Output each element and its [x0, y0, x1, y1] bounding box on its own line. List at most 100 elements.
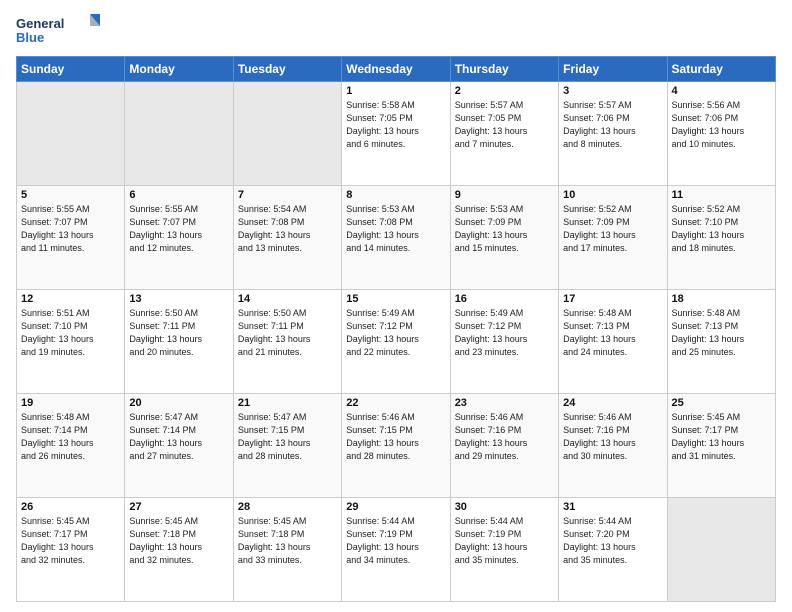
calendar-table: SundayMondayTuesdayWednesdayThursdayFrid… [16, 56, 776, 602]
calendar-cell: 7 Sunrise: 5:54 AM Sunset: 7:08 PM Daylig… [233, 186, 341, 290]
day-number: 15 [346, 293, 445, 305]
day-info: Sunrise: 5:45 AM Sunset: 7:17 PM Dayligh… [672, 411, 771, 463]
calendar-cell: 21Sunrise: 5:47 AM Sunset: 7:15 PM Dayli… [233, 394, 341, 498]
generalblue-logo: General Blue [16, 12, 106, 48]
calendar-cell: 9 Sunrise: 5:53 AM Sunset: 7:09 PM Daylig… [450, 186, 558, 290]
day-info: Sunrise: 5:52 AM Sunset: 7:09 PM Dayligh… [563, 203, 662, 255]
day-info: Sunrise: 5:48 AM Sunset: 7:13 PM Dayligh… [672, 307, 771, 359]
day-info: Sunrise: 5:55 AM Sunset: 7:07 PM Dayligh… [21, 203, 120, 255]
calendar-cell: 10Sunrise: 5:52 AM Sunset: 7:09 PM Dayli… [559, 186, 667, 290]
calendar-week-4: 19 Sunrise: 5:48 AM Sunset: 7:14 PM Dayli… [17, 394, 776, 498]
day-info: Sunrise: 5:51 AM Sunset: 7:10 PM Dayligh… [21, 307, 120, 359]
day-number: 18 [672, 293, 771, 305]
day-number: 17 [563, 293, 662, 305]
day-info: Sunrise: 5:48 AM Sunset: 7:14 PM Dayligh… [21, 411, 120, 463]
day-number: 14 [238, 293, 337, 305]
day-number: 2 [455, 85, 554, 97]
day-info: Sunrise: 5:47 AM Sunset: 7:14 PM Dayligh… [129, 411, 228, 463]
day-number: 23 [455, 397, 554, 409]
day-number: 12 [21, 293, 120, 305]
day-number: 27 [129, 501, 228, 513]
calendar-cell: 16 Sunrise: 5:49 AM Sunset: 7:12 PM Dayli… [450, 290, 558, 394]
day-info: Sunrise: 5:54 AM Sunset: 7:08 PM Dayligh… [238, 203, 337, 255]
day-info: Sunrise: 5:44 AM Sunset: 7:19 PM Dayligh… [455, 515, 554, 567]
calendar-cell [125, 82, 233, 186]
calendar-cell: 8Sunrise: 5:53 AM Sunset: 7:08 PM Daylig… [342, 186, 450, 290]
day-info: Sunrise: 5:49 AM Sunset: 7:12 PM Dayligh… [455, 307, 554, 359]
day-info: Sunrise: 5:50 AM Sunset: 7:11 PM Dayligh… [238, 307, 337, 359]
calendar-cell: 1Sunrise: 5:58 AM Sunset: 7:05 PM Daylig… [342, 82, 450, 186]
calendar-cell: 20 Sunrise: 5:47 AM Sunset: 7:14 PM Dayli… [125, 394, 233, 498]
day-info: Sunrise: 5:46 AM Sunset: 7:16 PM Dayligh… [455, 411, 554, 463]
day-info: Sunrise: 5:45 AM Sunset: 7:18 PM Dayligh… [238, 515, 337, 567]
day-number: 5 [21, 189, 120, 201]
day-info: Sunrise: 5:58 AM Sunset: 7:05 PM Dayligh… [346, 99, 445, 151]
calendar-header-saturday: Saturday [667, 57, 775, 82]
calendar-header-monday: Monday [125, 57, 233, 82]
calendar-cell: 24 Sunrise: 5:46 AM Sunset: 7:16 PM Dayli… [559, 394, 667, 498]
day-info: Sunrise: 5:45 AM Sunset: 7:18 PM Dayligh… [129, 515, 228, 567]
calendar-cell: 26 Sunrise: 5:45 AM Sunset: 7:17 PM Dayli… [17, 498, 125, 602]
day-number: 20 [129, 397, 228, 409]
day-number: 26 [21, 501, 120, 513]
day-number: 22 [346, 397, 445, 409]
calendar-cell [17, 82, 125, 186]
day-info: Sunrise: 5:56 AM Sunset: 7:06 PM Dayligh… [672, 99, 771, 151]
calendar-cell: 11Sunrise: 5:52 AM Sunset: 7:10 PM Dayli… [667, 186, 775, 290]
calendar-header-tuesday: Tuesday [233, 57, 341, 82]
calendar-week-5: 26 Sunrise: 5:45 AM Sunset: 7:17 PM Dayli… [17, 498, 776, 602]
calendar-cell: 5 Sunrise: 5:55 AM Sunset: 7:07 PM Daylig… [17, 186, 125, 290]
day-info: Sunrise: 5:53 AM Sunset: 7:09 PM Dayligh… [455, 203, 554, 255]
day-number: 30 [455, 501, 554, 513]
calendar-cell: 4 Sunrise: 5:56 AM Sunset: 7:06 PM Daylig… [667, 82, 775, 186]
day-number: 29 [346, 501, 445, 513]
day-number: 3 [563, 85, 662, 97]
day-info: Sunrise: 5:46 AM Sunset: 7:16 PM Dayligh… [563, 411, 662, 463]
calendar-week-3: 12 Sunrise: 5:51 AM Sunset: 7:10 PM Dayli… [17, 290, 776, 394]
calendar-cell: 30 Sunrise: 5:44 AM Sunset: 7:19 PM Dayli… [450, 498, 558, 602]
calendar-cell: 13 Sunrise: 5:50 AM Sunset: 7:11 PM Dayli… [125, 290, 233, 394]
day-info: Sunrise: 5:44 AM Sunset: 7:19 PM Dayligh… [346, 515, 445, 567]
day-number: 13 [129, 293, 228, 305]
day-info: Sunrise: 5:53 AM Sunset: 7:08 PM Dayligh… [346, 203, 445, 255]
svg-text:Blue: Blue [16, 30, 44, 45]
calendar-cell [233, 82, 341, 186]
calendar-cell: 27 Sunrise: 5:45 AM Sunset: 7:18 PM Dayli… [125, 498, 233, 602]
day-number: 19 [21, 397, 120, 409]
page: General Blue SundayMondayTuesdayWednesda… [0, 0, 792, 612]
calendar-cell [667, 498, 775, 602]
day-number: 6 [129, 189, 228, 201]
calendar-cell: 25 Sunrise: 5:45 AM Sunset: 7:17 PM Dayli… [667, 394, 775, 498]
day-info: Sunrise: 5:45 AM Sunset: 7:17 PM Dayligh… [21, 515, 120, 567]
calendar-cell: 3Sunrise: 5:57 AM Sunset: 7:06 PM Daylig… [559, 82, 667, 186]
day-number: 31 [563, 501, 662, 513]
calendar-cell: 12 Sunrise: 5:51 AM Sunset: 7:10 PM Dayli… [17, 290, 125, 394]
day-number: 24 [563, 397, 662, 409]
calendar-cell: 17Sunrise: 5:48 AM Sunset: 7:13 PM Dayli… [559, 290, 667, 394]
day-number: 11 [672, 189, 771, 201]
calendar-cell: 14 Sunrise: 5:50 AM Sunset: 7:11 PM Dayli… [233, 290, 341, 394]
day-number: 4 [672, 85, 771, 97]
day-number: 9 [455, 189, 554, 201]
calendar-header-sunday: Sunday [17, 57, 125, 82]
calendar-cell: 15Sunrise: 5:49 AM Sunset: 7:12 PM Dayli… [342, 290, 450, 394]
calendar-cell: 18 Sunrise: 5:48 AM Sunset: 7:13 PM Dayli… [667, 290, 775, 394]
calendar-cell: 23 Sunrise: 5:46 AM Sunset: 7:16 PM Dayli… [450, 394, 558, 498]
day-info: Sunrise: 5:44 AM Sunset: 7:20 PM Dayligh… [563, 515, 662, 567]
calendar-cell: 28 Sunrise: 5:45 AM Sunset: 7:18 PM Dayli… [233, 498, 341, 602]
calendar-week-2: 5 Sunrise: 5:55 AM Sunset: 7:07 PM Daylig… [17, 186, 776, 290]
day-number: 7 [238, 189, 337, 201]
day-number: 25 [672, 397, 771, 409]
day-number: 16 [455, 293, 554, 305]
day-number: 21 [238, 397, 337, 409]
day-info: Sunrise: 5:55 AM Sunset: 7:07 PM Dayligh… [129, 203, 228, 255]
day-number: 28 [238, 501, 337, 513]
calendar-cell: 29 Sunrise: 5:44 AM Sunset: 7:19 PM Dayli… [342, 498, 450, 602]
day-info: Sunrise: 5:50 AM Sunset: 7:11 PM Dayligh… [129, 307, 228, 359]
calendar-header-wednesday: Wednesday [342, 57, 450, 82]
calendar-cell: 2 Sunrise: 5:57 AM Sunset: 7:05 PM Daylig… [450, 82, 558, 186]
calendar-week-1: 1Sunrise: 5:58 AM Sunset: 7:05 PM Daylig… [17, 82, 776, 186]
calendar-cell: 22Sunrise: 5:46 AM Sunset: 7:15 PM Dayli… [342, 394, 450, 498]
day-info: Sunrise: 5:57 AM Sunset: 7:05 PM Dayligh… [455, 99, 554, 151]
calendar-header-thursday: Thursday [450, 57, 558, 82]
